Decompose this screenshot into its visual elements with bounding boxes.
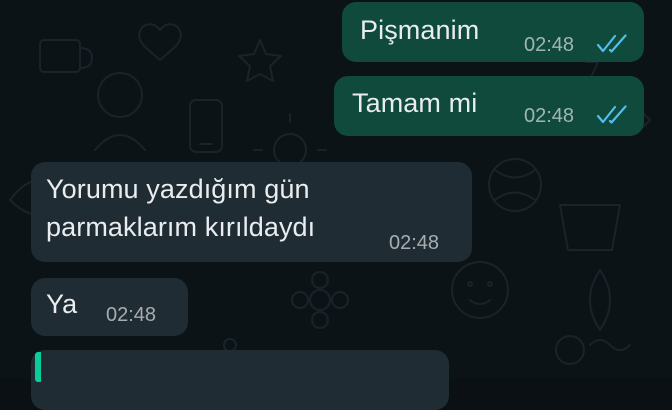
message-bubble-incoming[interactable]: Ya 02:48 — [31, 278, 188, 336]
message-time: 02:48 — [524, 105, 575, 127]
message-text: Tamam mi — [352, 88, 478, 118]
message-bubble-incoming[interactable]: Yorumu yazdığım gün parmaklarım kırılday… — [31, 162, 472, 262]
message-bubble-incoming-partial[interactable] — [31, 350, 449, 410]
message-text-line-2: parmaklarım kırıldaydı — [46, 212, 316, 242]
message-bubble-outgoing[interactable]: Pişmanim 02:48 — [342, 2, 644, 62]
message-bubble-outgoing[interactable]: Tamam mi 02:48 — [334, 76, 644, 136]
double-check-read-icon — [596, 105, 627, 124]
message-time: 02:48 — [524, 34, 575, 56]
message-text: Pişmanim — [360, 15, 480, 45]
message-text-line-1: Yorumu yazdığım gün — [46, 174, 310, 204]
message-time: 02:48 — [106, 304, 157, 326]
message-text: Ya — [46, 289, 78, 319]
double-check-read-icon — [596, 34, 627, 53]
message-time: 02:48 — [389, 232, 440, 254]
